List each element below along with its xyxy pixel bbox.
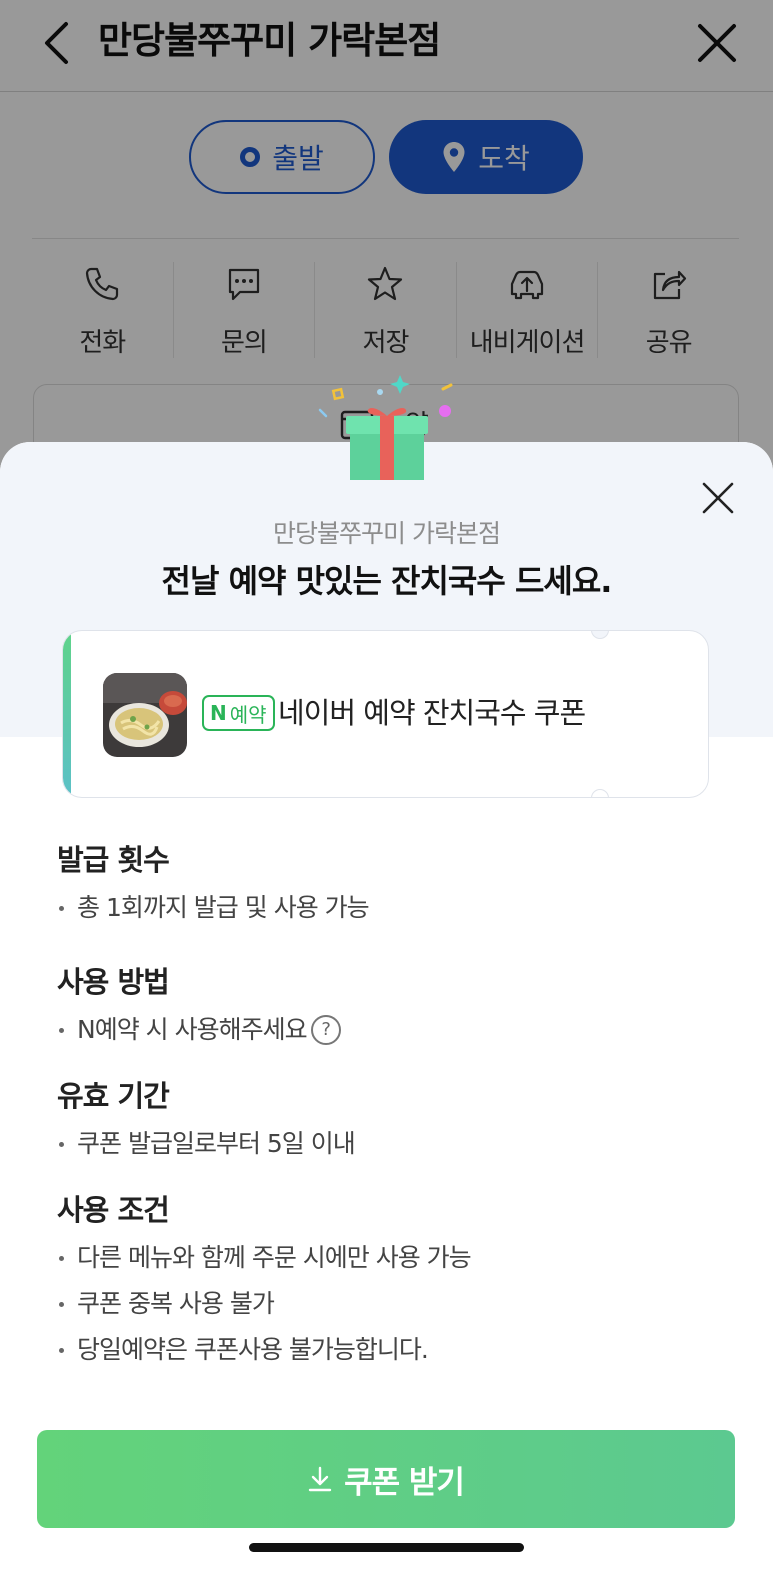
- section-validity: 유효 기간 쿠폰 발급일로부터 5일 이내: [57, 1078, 737, 1162]
- section-item: 당일예약은 쿠폰사용 불가능합니다.: [57, 1332, 737, 1368]
- section-item: N예약 시 사용해주세요?: [57, 1012, 737, 1048]
- section-item: 다른 메뉴와 함께 주문 시에만 사용 가능: [57, 1240, 737, 1276]
- section-item-text: 쿠폰 발급일로부터 5일 이내: [77, 1129, 356, 1158]
- coupon-notch: [591, 631, 609, 639]
- section-issue-count: 발급 횟수 총 1회까지 발급 및 사용 가능: [57, 842, 737, 934]
- bullet: [59, 1255, 64, 1261]
- section-item-text: 총 1회까지 발급 및 사용 가능: [77, 893, 370, 922]
- section-title: 사용 방법: [57, 965, 170, 999]
- coupon-details: 발급 횟수 총 1회까지 발급 및 사용 가능 사용 방법 N예약 시 사용해주…: [57, 842, 737, 1398]
- section-item: 총 1회까지 발급 및 사용 가능: [57, 890, 737, 926]
- get-coupon-button[interactable]: 쿠폰 받기: [37, 1430, 735, 1528]
- home-indicator: [249, 1543, 524, 1552]
- section-title: 유효 기간: [57, 1079, 170, 1113]
- badge-label: 예약: [229, 702, 267, 727]
- shop-name: 만당불쭈꾸미 가락본점: [273, 519, 501, 548]
- bullet: [59, 1141, 64, 1147]
- coupon-card: N 예약 네이버 예약 잔치국수 쿠폰: [62, 630, 709, 798]
- bullet: [59, 1347, 64, 1353]
- section-title: 사용 조건: [57, 1193, 170, 1227]
- gift-box-icon: [318, 375, 453, 480]
- download-icon: [308, 1466, 332, 1492]
- coupon-bottom-sheet: 만당불쭈꾸미 가락본점 전날 예약 맛있는 잔치국수 드세요. N 예약 네이버…: [0, 442, 773, 1572]
- naver-n-icon: N: [210, 701, 227, 725]
- close-icon: [702, 482, 734, 514]
- coupon-notch: [591, 789, 609, 797]
- section-title: 발급 횟수: [57, 843, 170, 877]
- section-usage-method: 사용 방법 N예약 시 사용해주세요?: [57, 964, 737, 1048]
- section-item-text: 다른 메뉴와 함께 주문 시에만 사용 가능: [77, 1243, 472, 1272]
- help-icon[interactable]: ?: [310, 1015, 341, 1045]
- section-item-text: 당일예약은 쿠폰사용 불가능합니다.: [77, 1335, 429, 1364]
- get-coupon-label: 쿠폰 받기: [344, 1464, 465, 1501]
- bullet: [59, 905, 64, 911]
- section-item: 쿠폰 발급일로부터 5일 이내: [57, 1126, 737, 1162]
- naver-reservation-badge: N 예약: [202, 695, 275, 731]
- bullet: [59, 1027, 64, 1033]
- section-conditions: 사용 조건 다른 메뉴와 함께 주문 시에만 사용 가능 쿠폰 중복 사용 불가…: [57, 1192, 737, 1368]
- section-item: 쿠폰 중복 사용 불가: [57, 1286, 737, 1322]
- section-item-text: 쿠폰 중복 사용 불가: [77, 1289, 275, 1318]
- noodle-dish-image: [103, 673, 187, 757]
- coupon-title: 네이버 예약 잔치국수 쿠폰: [278, 696, 586, 730]
- coupon-accent-bar: [63, 631, 71, 797]
- coupon-headline: 전날 예약 맛있는 잔치국수 드세요.: [161, 562, 613, 600]
- bullet: [59, 1301, 64, 1307]
- section-item-text: N예약 시 사용해주세요: [77, 1015, 308, 1044]
